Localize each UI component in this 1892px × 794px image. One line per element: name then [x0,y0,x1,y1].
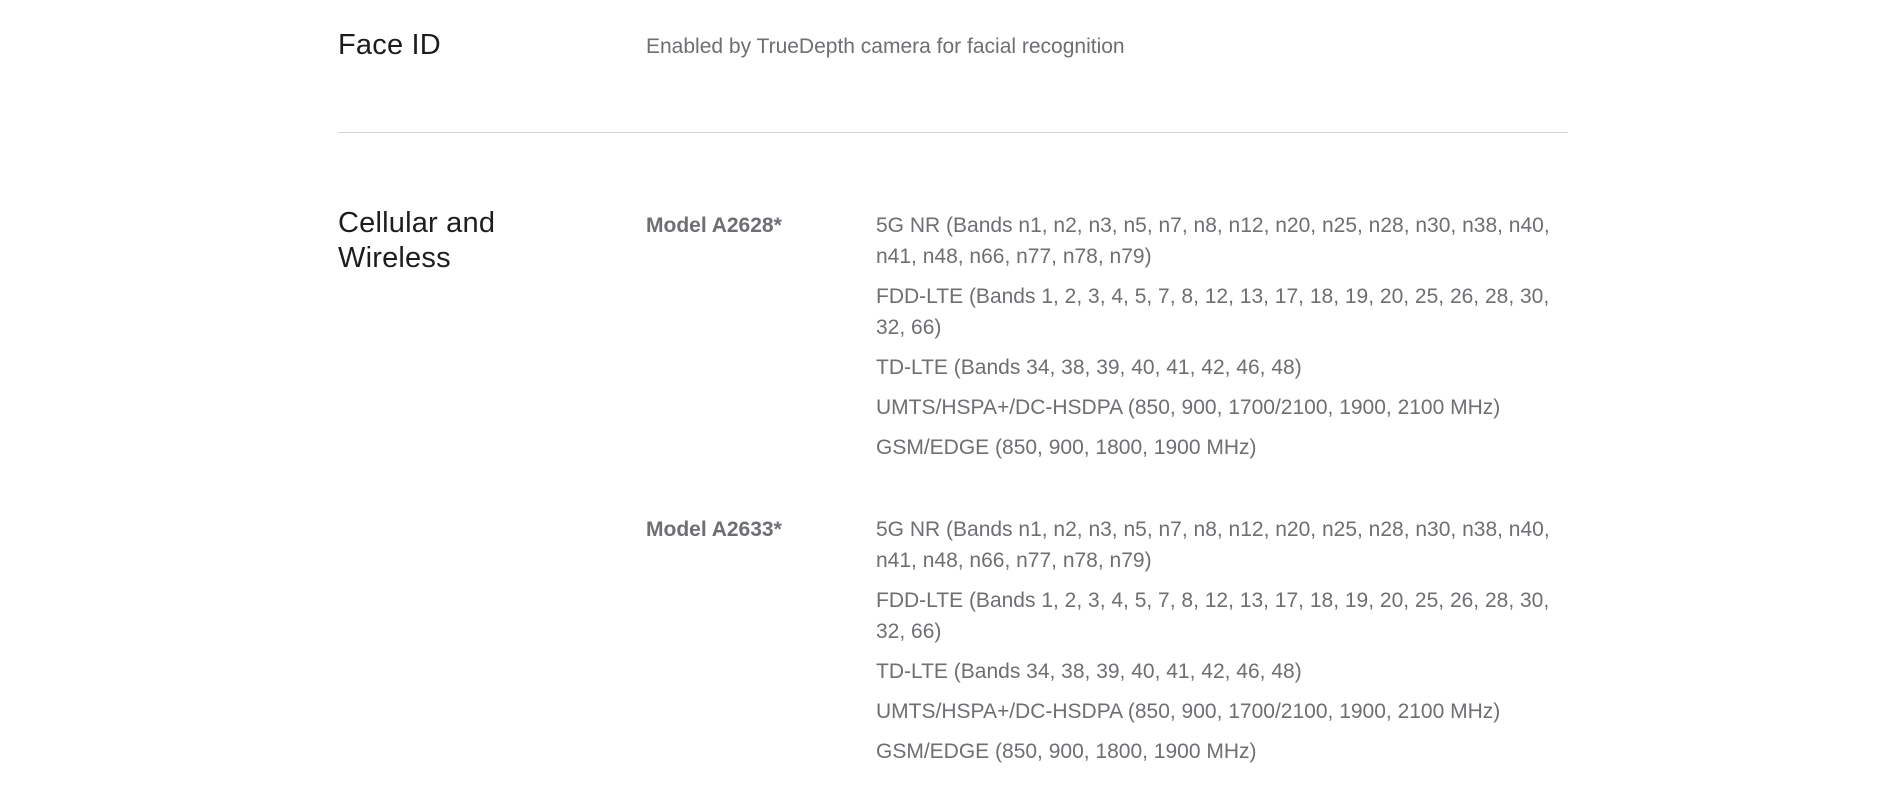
face-id-title: Face ID [338,29,441,61]
face-id-section: Face ID Enabled by TrueDepth camera for … [338,28,1568,88]
band-item: UMTS/HSPA+/DC-HSDPA (850, 900, 1700/2100… [876,396,1501,419]
band-item: FDD-LTE (Bands 1, 2, 3, 4, 5, 7, 8, 12, … [876,285,1550,339]
band-list: 5G NR (Bands n1, n2, n3, n5, n7, n8, n12… [876,514,1568,776]
cellular-wireless-title: Cellular and Wireless [338,207,496,274]
band-item: GSM/EDGE (850, 900, 1800, 1900 MHz) [876,436,1257,459]
band-item: TD-LTE (Bands 34, 38, 39, 40, 41, 42, 46… [876,660,1302,683]
band-item: FDD-LTE (Bands 1, 2, 3, 4, 5, 7, 8, 12, … [876,589,1550,643]
band-list: 5G NR (Bands n1, n2, n3, n5, n7, n8, n12… [876,210,1568,472]
band-item: 5G NR (Bands n1, n2, n3, n5, n7, n8, n12… [876,214,1550,268]
band-item: 5G NR (Bands n1, n2, n3, n5, n7, n8, n12… [876,518,1550,572]
model-name: Model A2628* [646,214,782,237]
face-id-description: Enabled by TrueDepth camera for facial r… [646,35,1125,58]
band-item: UMTS/HSPA+/DC-HSDPA (850, 900, 1700/2100… [876,700,1501,723]
band-item: TD-LTE (Bands 34, 38, 39, 40, 41, 42, 46… [876,356,1302,379]
band-item: GSM/EDGE (850, 900, 1800, 1900 MHz) [876,740,1257,763]
model-name: Model A2633* [646,518,782,541]
section-divider [338,132,1568,133]
cellular-wireless-section: Cellular and Wireless Model A2628* 5G NR… [338,206,1568,776]
